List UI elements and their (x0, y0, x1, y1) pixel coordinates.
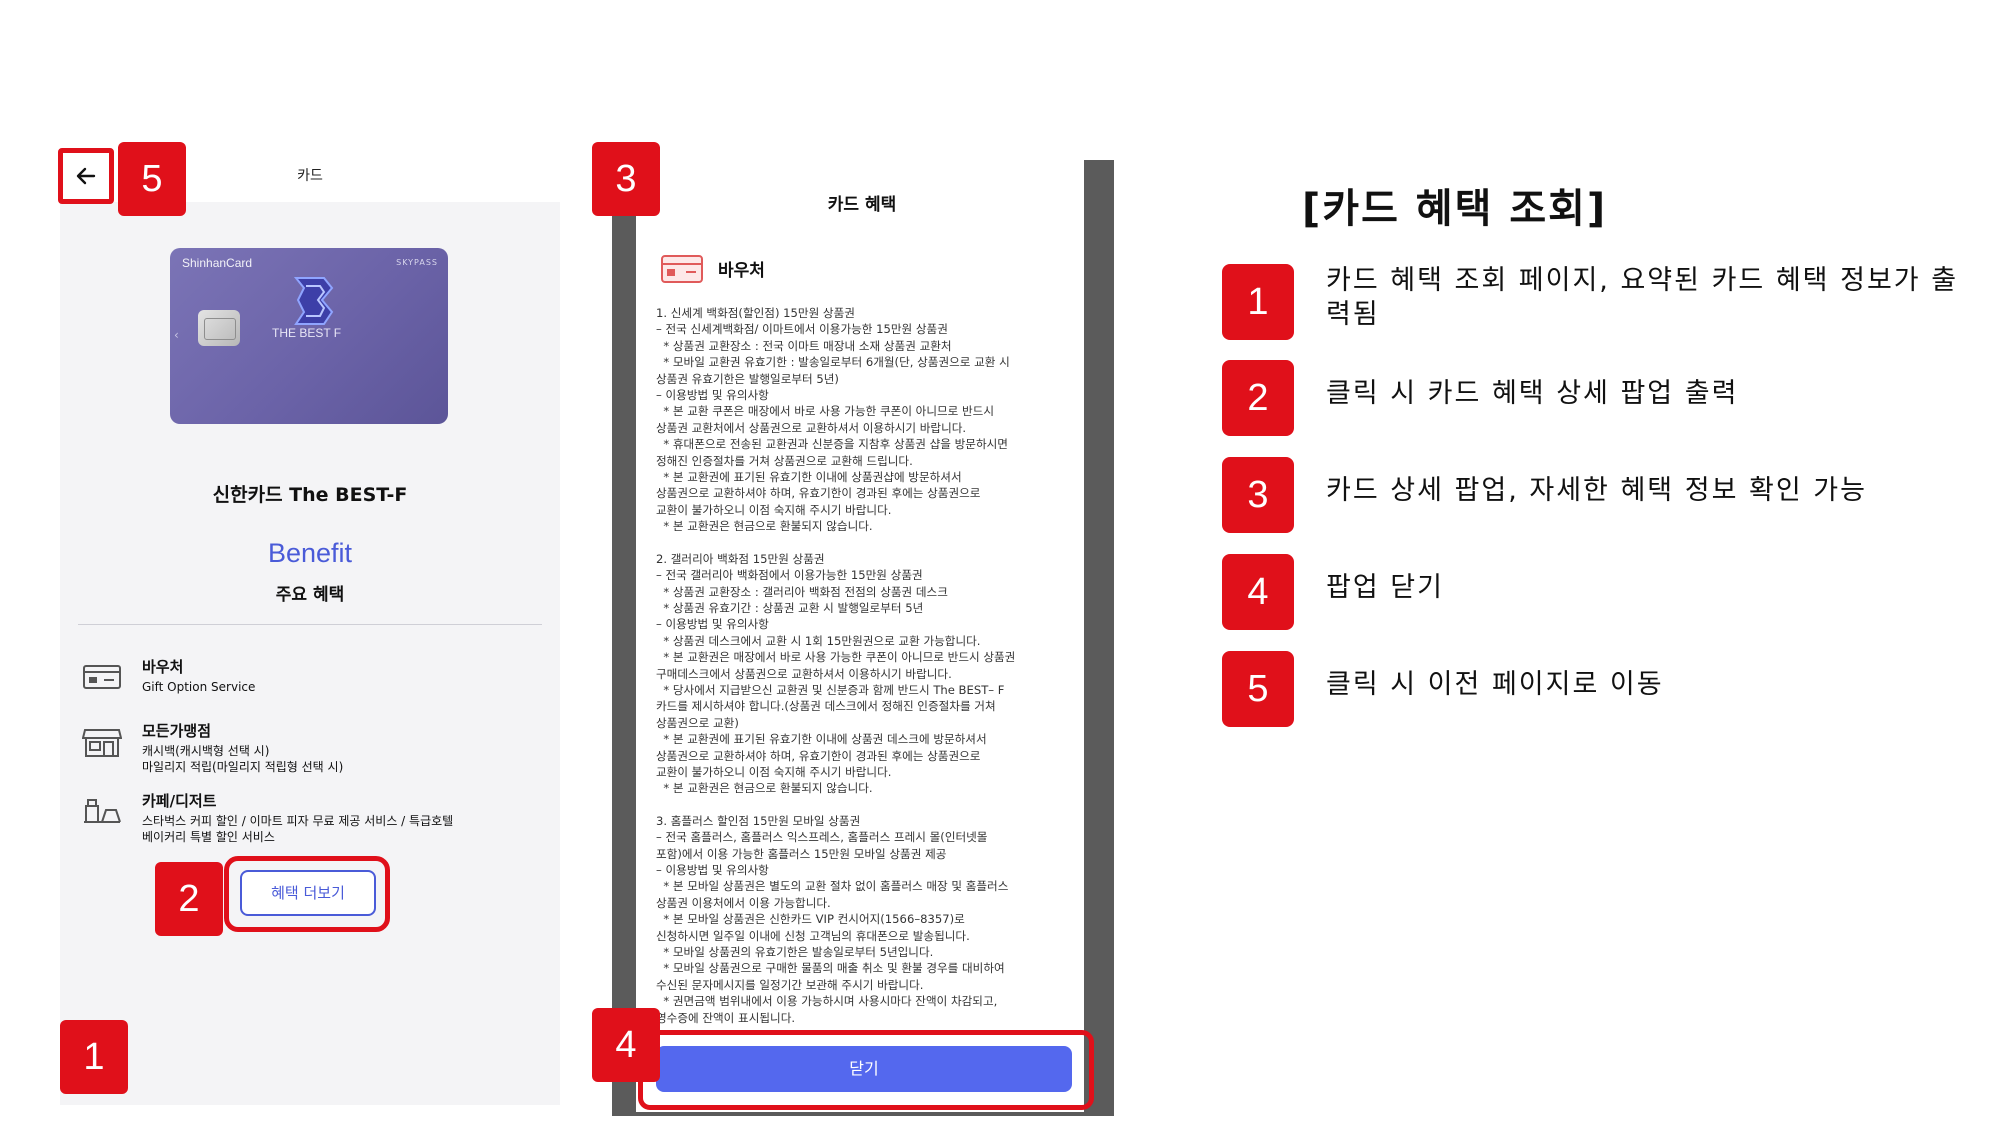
card-image: ShinhanCard SKYPASS ‹ THE BEST F (170, 248, 448, 424)
benefit-detail-paragraph: 3. 홈플러스 할인점 15만원 모바일 상품권 – 전국 홈플러스, 홈플러스… (656, 813, 1009, 1025)
benefit-detail-paragraph: 1. 신세계 백화점(할인점) 15만원 상품권 – 전국 신세계백화점/ 이마… (656, 306, 1010, 534)
card-print-name: THE BEST F (272, 326, 342, 340)
voucher-icon (83, 665, 121, 689)
benefit-heading: Benefit (267, 538, 353, 568)
card-name: 신한카드 The BEST-F (212, 484, 408, 506)
divider (78, 624, 542, 625)
annotation-badge: 5 (1222, 651, 1294, 727)
more-benefits-button[interactable]: 혜택 더보기 (240, 870, 376, 916)
store-icon (82, 729, 122, 757)
annotation-badge: 4 (1222, 554, 1294, 630)
annotation-badge: 3 (1222, 457, 1294, 533)
badge-2: 2 (155, 862, 223, 936)
annotation-text: 카드 상세 팝업, 자세한 혜택 정보 확인 가능 (1326, 475, 1867, 506)
benefit-subheading: 주요 혜택 (275, 585, 345, 605)
annotation-text: 카드 혜택 조회 페이지, 요약된 카드 혜택 정보가 출력됨 (1326, 265, 1959, 330)
page-title: 카드 (297, 168, 323, 184)
badge-1: 1 (60, 1020, 128, 1094)
chevron-left-icon: ‹ (174, 328, 179, 342)
popup-scroll-content[interactable]: 1. 신세계 백화점(할인점) 15만원 상품권 – 전국 신세계백화점/ 이마… (656, 305, 1068, 1025)
benefit-desc: 베이커리 특별 할인 서비스 (142, 830, 275, 844)
annotation-text: 클릭 시 카드 혜택 상세 팝업 출력 (1326, 378, 1739, 409)
annotation-badge: 2 (1222, 360, 1294, 436)
arrow-left-icon (76, 167, 96, 185)
annotation-title: [카드 혜택 조회] (1302, 186, 1608, 232)
benefit-desc: 스타벅스 커피 할인 / 이마트 피자 무료 제공 서비스 / 특급호텔 (142, 814, 454, 828)
benefit-desc: 캐시백(캐시백형 선택 시) (142, 744, 270, 758)
annotation-badge: 1 (1222, 264, 1294, 340)
voucher-icon (661, 255, 703, 283)
benefit-title: 모든가맹점 (142, 722, 212, 740)
badge-5: 5 (118, 142, 186, 216)
benefit-title: 바우처 (142, 658, 184, 676)
close-button[interactable]: 닫기 (656, 1046, 1072, 1092)
annotation-text: 클릭 시 이전 페이지로 이동 (1326, 669, 1664, 700)
popup-title: 카드 혜택 (827, 195, 897, 215)
card-brand: ShinhanCard (182, 256, 253, 270)
card-chip (198, 310, 240, 346)
card-logo-icon (293, 277, 334, 325)
badge-4: 4 (592, 1008, 660, 1082)
benefit-desc: Gift Option Service (142, 680, 256, 694)
benefit-desc: 마일리지 적립(마일리지 적립형 선택 시) (142, 760, 344, 774)
popup-subtitle: 바우처 (718, 261, 765, 281)
cafe-icon (84, 799, 121, 823)
benefit-title: 카페/디저트 (142, 792, 217, 810)
annotation-text: 팝업 닫기 (1326, 572, 1444, 603)
benefit-detail-paragraph: 2. 갤러리아 백화점 15만원 상품권 – 전국 갤러리아 백화점에서 이용가… (656, 551, 1016, 796)
back-button[interactable] (58, 148, 114, 204)
badge-3: 3 (592, 142, 660, 216)
card-tag: SKYPASS (396, 258, 438, 267)
